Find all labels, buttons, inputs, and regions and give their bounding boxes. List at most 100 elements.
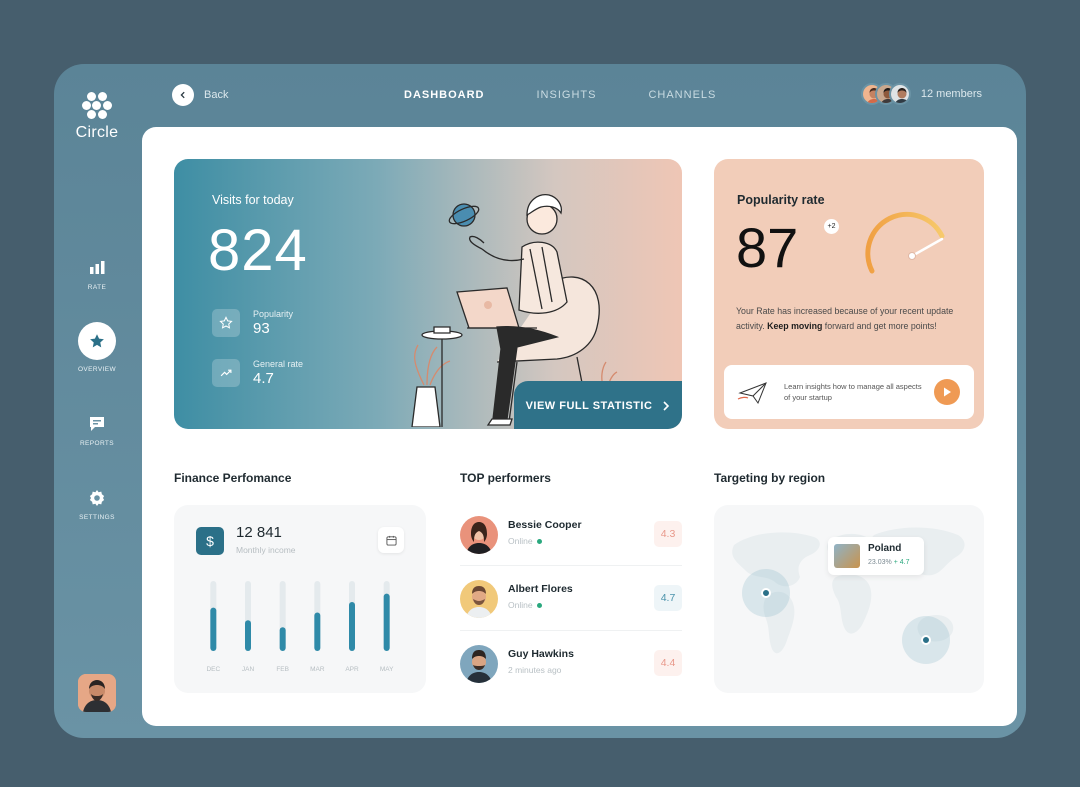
star-outline-icon — [212, 309, 240, 337]
paper-plane-icon — [737, 382, 767, 405]
month-label: APR — [345, 666, 359, 673]
chevron-left-icon — [172, 84, 194, 106]
sidebar-item-settings[interactable]: SETTINGS — [54, 488, 140, 521]
divider — [460, 565, 682, 566]
general-rate-label: General rate — [253, 359, 304, 369]
cta-text: Learn insights how to manage all aspects… — [784, 382, 922, 402]
divider — [460, 630, 682, 631]
popularity-stat: Popularity 93 — [212, 309, 293, 337]
sidebar-item-label: SETTINGS — [79, 514, 115, 521]
popularity-card: Popularity rate 87 +2 Your Rate has incr… — [714, 159, 984, 429]
finance-bar[interactable] — [349, 602, 355, 651]
chevron-right-icon — [663, 401, 670, 411]
sidebar-item-overview[interactable]: OVERVIEW — [54, 322, 140, 373]
performer-name: Bessie Cooper — [508, 519, 582, 531]
general-rate-value: 4.7 — [253, 370, 274, 387]
play-icon[interactable] — [934, 379, 960, 405]
performer-status: Online — [508, 536, 542, 546]
region-map-card: Poland 23.03% + 4.7 — [714, 505, 984, 693]
trend-icon — [212, 359, 240, 387]
month-label: MAY — [380, 666, 394, 673]
sidebar-item-label: REPORTS — [79, 440, 115, 447]
finance-subtitle: Monthly income — [236, 545, 296, 555]
tab-channels[interactable]: CHANNELS — [648, 89, 716, 101]
circle-logo-icon — [80, 90, 114, 120]
popularity-delta-badge: +2 — [824, 219, 839, 234]
finance-card: $ 12 841 Monthly income DEC JAN FEB MAR APR M… — [174, 505, 426, 693]
performer-row[interactable]: Albert Flores Online 4.7 — [460, 579, 682, 619]
performer-status: Online — [508, 600, 542, 610]
view-full-statistic-button[interactable]: VIEW FULL STATISTIC — [514, 381, 682, 429]
insights-cta-card[interactable]: Learn insights how to manage all aspects… — [724, 365, 974, 419]
top-tabs: DASHBOARD INSIGHTS CHANNELS — [404, 89, 716, 101]
popularity-title: Popularity rate — [737, 193, 825, 207]
bar-chart-icon — [90, 261, 105, 274]
avatar — [460, 516, 498, 554]
sidebar-item-reports[interactable]: REPORTS — [54, 414, 140, 447]
finance-bar[interactable] — [314, 612, 321, 652]
month-label: JAN — [242, 666, 255, 673]
overview-active-circle — [78, 322, 116, 360]
user-avatar[interactable] — [78, 674, 116, 712]
finance-bar-chart: DEC JAN FEB MAR APR MAY — [206, 581, 394, 673]
popularity-value: 93 — [253, 320, 270, 337]
region-name: Poland — [868, 543, 902, 554]
region-thumbnail — [834, 544, 860, 568]
app-name: Circle — [75, 124, 119, 141]
finance-bar[interactable] — [210, 607, 217, 651]
performers-title: TOP performers — [460, 471, 551, 485]
region-title: Targeting by region — [714, 471, 826, 485]
tab-dashboard[interactable]: DASHBOARD — [404, 89, 485, 101]
general-rate-stat: General rate 4.7 — [212, 359, 303, 387]
members-group[interactable]: 12 members — [860, 83, 982, 105]
back-button[interactable]: Back — [172, 84, 228, 106]
popularity-rate-value: 87 — [736, 216, 799, 279]
month-label: DEC — [206, 666, 220, 673]
back-label: Back — [204, 89, 229, 101]
view-full-statistic-label: VIEW FULL STATISTIC — [525, 400, 653, 412]
month-label: MAR — [310, 666, 325, 673]
message-icon — [90, 417, 104, 431]
sidebar-item-label: RATE — [87, 284, 107, 291]
performer-name: Guy Hawkins — [508, 648, 574, 660]
performer-name: Albert Flores — [508, 583, 573, 595]
member-avatar — [888, 83, 911, 105]
sidebar-item-rate[interactable]: RATE — [54, 258, 140, 291]
finance-bar[interactable] — [279, 627, 286, 651]
performer-score: 4.3 — [654, 521, 682, 547]
performer-row[interactable]: Guy Hawkins 2 minutes ago 4.4 — [460, 644, 682, 684]
performer-row[interactable]: Bessie Cooper Online 4.3 — [460, 515, 682, 555]
performer-score: 4.4 — [654, 650, 682, 676]
performer-score: 4.7 — [654, 585, 682, 611]
star-icon — [90, 334, 104, 348]
calendar-icon[interactable] — [378, 527, 404, 553]
visits-value: 824 — [208, 218, 308, 283]
map-pin[interactable] — [902, 616, 950, 664]
logo[interactable]: Circle — [54, 90, 140, 142]
app-window: Circle RATE OVERVIEW REPORTS SETTINGS Ba… — [54, 64, 1026, 738]
map-pin[interactable] — [742, 569, 790, 617]
gear-icon — [89, 490, 105, 506]
finance-bar[interactable] — [383, 593, 390, 651]
main-panel: Visits for today 824 Popularity 93 Gener… — [142, 127, 1017, 726]
region-tooltip[interactable]: Poland 23.03% + 4.7 — [828, 537, 924, 575]
dollar-icon: $ — [196, 527, 224, 555]
region-stats: 23.03% + 4.7 — [868, 559, 910, 566]
popularity-description: Your Rate has increased because of your … — [736, 306, 954, 331]
finance-title: Finance Perfomance — [174, 471, 292, 485]
tab-insights[interactable]: INSIGHTS — [537, 89, 597, 101]
members-count: 12 members — [920, 88, 982, 100]
performer-status: 2 minutes ago — [508, 665, 562, 675]
popularity-gauge — [865, 211, 945, 274]
finance-amount: 12 841 — [236, 524, 282, 541]
finance-bar[interactable] — [245, 620, 251, 651]
sidebar-item-label: OVERVIEW — [77, 366, 117, 373]
popularity-label: Popularity — [253, 309, 294, 319]
online-dot — [536, 603, 542, 609]
visits-title: Visits for today — [212, 193, 294, 207]
online-dot — [536, 539, 542, 545]
avatar — [460, 580, 498, 618]
month-label: FEB — [276, 666, 289, 673]
avatar — [460, 645, 498, 683]
visits-card: Visits for today 824 Popularity 93 Gener… — [174, 159, 682, 429]
